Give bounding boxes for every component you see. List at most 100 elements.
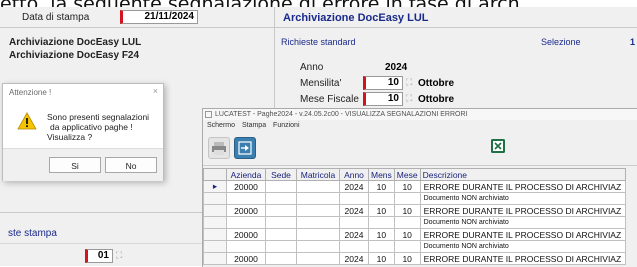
- table-row[interactable]: ▸ 20000 2024 10 10 ERRORE DURANTE IL PRO…: [203, 180, 626, 193]
- dialog-footer: Si No: [3, 148, 163, 181]
- exit-arrow-icon: [238, 141, 252, 155]
- mensilita-field[interactable]: 10: [363, 76, 403, 90]
- tab-selezione[interactable]: Selezione: [541, 37, 581, 47]
- table-row[interactable]: 20000 2024 10 10 ERRORE DURANTE IL PROCE…: [203, 228, 626, 241]
- mensilita-month: Ottobre: [418, 78, 455, 89]
- menu-item-stampa[interactable]: Stampa: [242, 122, 266, 129]
- mese-fiscale-field[interactable]: 10: [363, 92, 403, 106]
- cell-descrizione: Documento NON archiviato: [419, 240, 626, 253]
- cell-mese: 10: [393, 180, 421, 193]
- warning-icon: [17, 112, 37, 135]
- cell-matricola: [296, 240, 340, 253]
- mese-fiscale-label: Mese Fiscale: [300, 94, 359, 105]
- section-label: ste stampa: [8, 228, 57, 239]
- dialog-title: Attenzione !: [9, 88, 52, 97]
- cell-anno: 2024: [339, 180, 369, 193]
- cell-anno: 2024: [339, 204, 369, 217]
- cell-sede: [265, 180, 297, 193]
- errors-table: Azienda Sede Matricola Anno Mens Mese De…: [203, 168, 626, 265]
- cell-anno: 2024: [339, 252, 369, 265]
- cell-descrizione: ERRORE DURANTE IL PROCESSO DI ARCHIVIAZ: [419, 252, 626, 265]
- column-header[interactable]: Mese: [393, 168, 421, 181]
- cell-azienda: 20000: [226, 180, 266, 193]
- yes-button[interactable]: Si: [49, 157, 101, 173]
- table-row[interactable]: 20000 2024 10 10 ERRORE DURANTE IL PROCE…: [203, 204, 626, 217]
- exit-button[interactable]: [234, 137, 256, 159]
- cell-anno: [339, 192, 369, 205]
- no-button[interactable]: No: [105, 157, 157, 173]
- cell-mese: 10: [393, 252, 421, 265]
- row-indicator: [203, 192, 227, 205]
- cell-mens: [368, 192, 395, 205]
- cell-descrizione: ERRORE DURANTE IL PROCESSO DI ARCHIVIAZ: [419, 204, 626, 217]
- cell-sede: [265, 228, 297, 241]
- cell-anno: 2024: [339, 228, 369, 241]
- excel-button[interactable]: [490, 138, 506, 154]
- row-indicator: [203, 204, 227, 217]
- cell-mens: 10: [368, 180, 395, 193]
- divider: [0, 27, 274, 28]
- cell-descrizione: Documento NON archiviato: [419, 216, 626, 229]
- binoculars-icon[interactable]: ⛶: [406, 77, 412, 88]
- attention-dialog: Attenzione ! × Sono presenti segnalazion…: [2, 83, 164, 181]
- cell-anno: [339, 216, 369, 229]
- dialog-message: Sono presenti segnalazioni da applicativ…: [47, 112, 149, 142]
- cell-matricola: [296, 252, 340, 265]
- cell-sede: [265, 192, 297, 205]
- cell-descrizione: ERRORE DURANTE IL PROCESSO DI ARCHIVIAZ: [419, 180, 626, 193]
- cell-azienda: [226, 216, 266, 229]
- tab-richieste-standard[interactable]: Richieste standard: [281, 37, 356, 47]
- table-row[interactable]: Documento NON archiviato: [203, 216, 626, 229]
- cell-mese: 10: [393, 204, 421, 217]
- app-icon: [205, 111, 212, 118]
- table-row[interactable]: Documento NON archiviato: [203, 192, 626, 205]
- menu-item-schermo[interactable]: Schermo: [207, 122, 235, 129]
- current-row-marker: ▸: [203, 180, 227, 193]
- number-field[interactable]: 01: [85, 249, 113, 263]
- binoculars-icon[interactable]: ⛶: [116, 250, 122, 261]
- cell-sede: [265, 216, 297, 229]
- cell-anno: [339, 240, 369, 253]
- mensilita-label: Mensilita': [300, 78, 342, 89]
- cell-matricola: [296, 228, 340, 241]
- column-header[interactable]: Matricola: [296, 168, 340, 181]
- cell-mese: [393, 216, 421, 229]
- list-item[interactable]: Archiviazione DocEasy F24: [9, 50, 139, 61]
- cell-matricola: [296, 192, 340, 205]
- column-header[interactable]: Azienda: [226, 168, 266, 181]
- close-icon[interactable]: ×: [153, 86, 158, 96]
- row-indicator: [203, 240, 227, 253]
- dialog-message-line: Visualizza ?: [47, 132, 93, 142]
- dialog-message-line: Sono presenti segnalazioni: [47, 112, 150, 122]
- print-button[interactable]: [208, 137, 230, 159]
- panel-title: Archiviazione DocEasy LUL: [283, 12, 429, 24]
- cell-matricola: [296, 180, 340, 193]
- printer-icon: [212, 142, 226, 155]
- table-row[interactable]: 20000 2024 10 10 ERRORE DURANTE IL PROCE…: [203, 252, 626, 265]
- column-header[interactable]: Descrizione: [419, 168, 626, 181]
- cell-mens: 10: [368, 228, 395, 241]
- anno-value: 2024: [385, 62, 408, 73]
- table-row[interactable]: Documento NON archiviato: [203, 240, 626, 253]
- anno-label: Anno: [300, 62, 324, 73]
- list-item[interactable]: Archiviazione DocEasy LUL: [9, 37, 141, 48]
- date-field[interactable]: 21/11/2024: [120, 10, 198, 24]
- column-header[interactable]: Anno: [339, 168, 369, 181]
- cell-mens: [368, 240, 395, 253]
- cell-mese: 10: [393, 228, 421, 241]
- row-indicator: [203, 216, 227, 229]
- column-header[interactable]: Mens: [368, 168, 395, 181]
- binoculars-icon[interactable]: ⛶: [406, 93, 412, 104]
- cell-azienda: [226, 240, 266, 253]
- cell-matricola: [296, 216, 340, 229]
- errors-window: LUCATEST - Paghe2024 - v.24.05.2c00 - VI…: [202, 108, 637, 267]
- menu-item-funzioni[interactable]: Funzioni: [273, 122, 299, 129]
- row-indicator-header: [203, 168, 227, 181]
- dialog-message-line: da applicativo paghe !: [50, 122, 133, 132]
- menu-bar: Schermo Stampa Funzioni: [207, 122, 300, 129]
- cell-mens: [368, 216, 395, 229]
- cell-mese: [393, 192, 421, 205]
- column-header[interactable]: Sede: [265, 168, 297, 181]
- table-header-row: Azienda Sede Matricola Anno Mens Mese De…: [203, 168, 626, 181]
- row-indicator: [203, 228, 227, 241]
